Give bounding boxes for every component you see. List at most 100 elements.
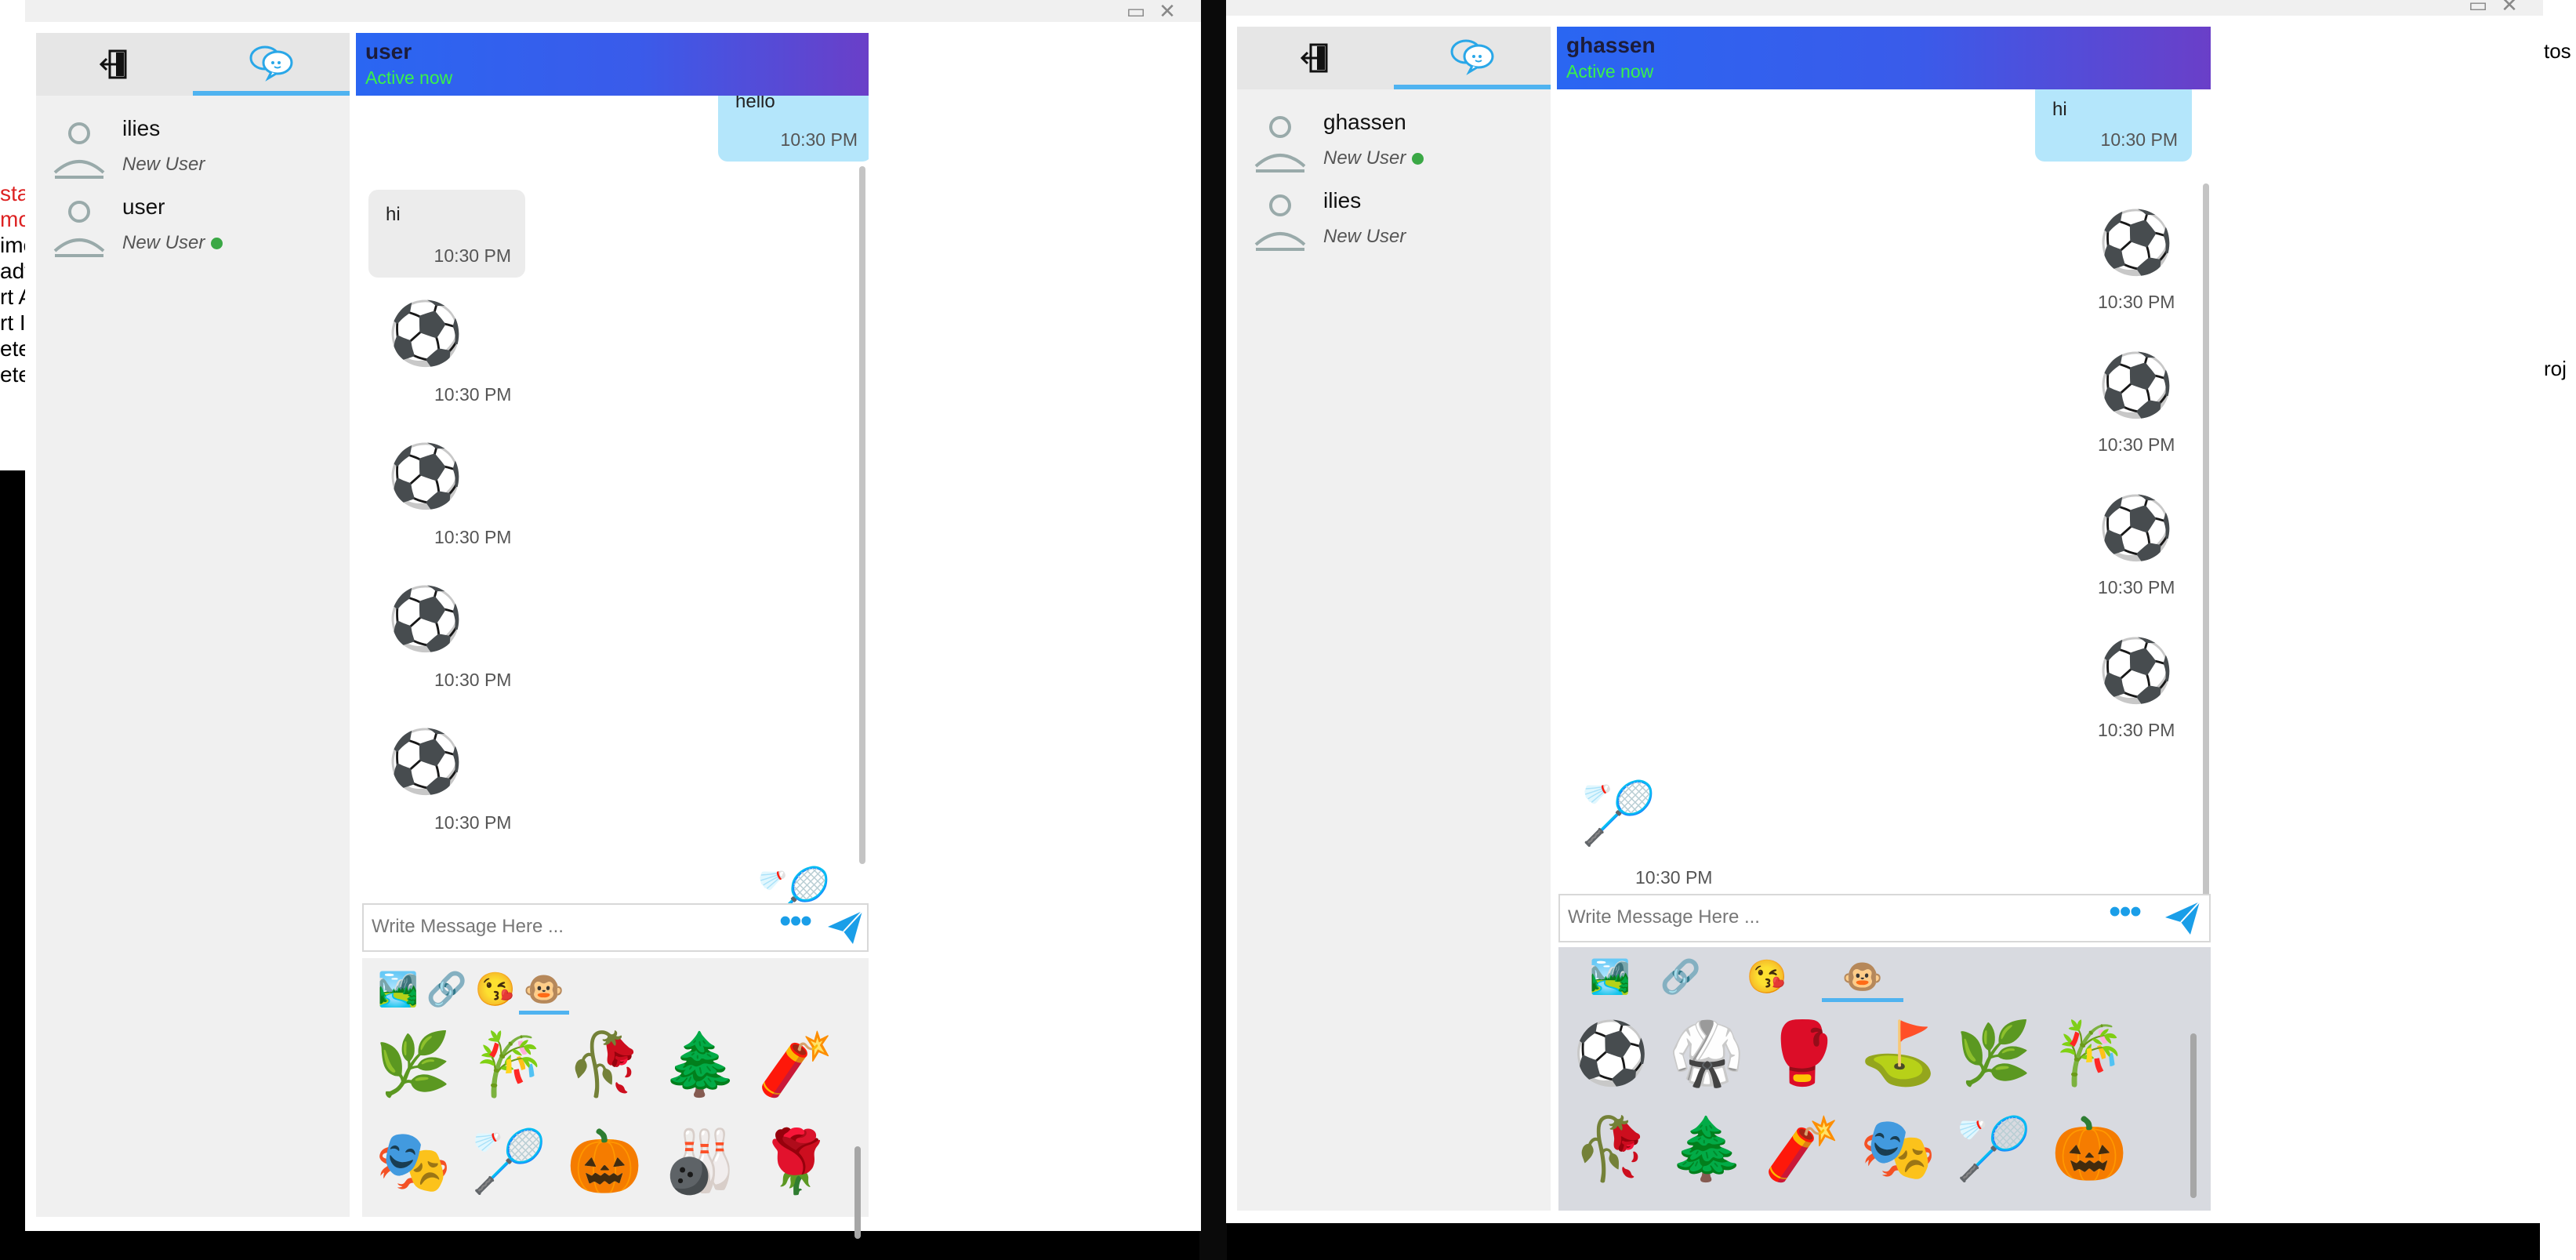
sidebar: ghassen New User ilies New User	[1237, 27, 1551, 1211]
emoji-cell[interactable]: 🌹	[753, 1118, 839, 1204]
tab-chats[interactable]	[1394, 27, 1551, 89]
emoji-cell[interactable]: 🌲	[657, 1021, 743, 1107]
restore-icon[interactable]: ▭	[1123, 1, 1149, 21]
emoji-scrollbar[interactable]	[854, 1146, 861, 1239]
emoji-cell[interactable]: 🥋	[1664, 1010, 1750, 1096]
close-icon[interactable]: ✕	[1154, 1, 1181, 21]
contact-status-text: New User	[122, 154, 205, 175]
chat-window-right: ▭ ✕ ghassen New User ilies New User ghas…	[1226, 0, 2543, 1223]
picker-tab-links[interactable]: 🔗	[422, 964, 472, 1015]
emoji-message: ⚽ 10:30 PM	[2074, 492, 2200, 610]
online-indicator	[211, 238, 223, 250]
chat-panel: user Active now hello 10:30 PM hi 10:30 …	[356, 33, 869, 1239]
message-input[interactable]	[372, 911, 764, 942]
message-input-bar: •••	[362, 903, 869, 952]
soccer-ball-emoji: ⚽	[387, 441, 464, 510]
emoji-scrollbar[interactable]	[2190, 1033, 2197, 1198]
picker-tab-smileys[interactable]: 😘	[470, 964, 521, 1015]
chat-contact-name: ghassen	[1566, 33, 1656, 57]
emoji-cell[interactable]: 🎭	[1855, 1106, 1941, 1192]
chat-header: ghassen Active now	[1557, 27, 2211, 89]
contact-item[interactable]: ilies New User	[1237, 180, 1551, 259]
racket-emoji: 🏸	[1580, 779, 1657, 848]
contact-name: user	[122, 194, 165, 219]
close-icon[interactable]: ✕	[2496, 0, 2523, 15]
contact-name: ghassen	[1323, 110, 1406, 134]
picker-tab-animals[interactable]: 🐵	[519, 964, 569, 1015]
emoji-cell[interactable]: 🏸	[1950, 1106, 2037, 1192]
emoji-cell[interactable]: 🧨	[1759, 1106, 1845, 1192]
emoji-cell[interactable]: 🧨	[753, 1021, 839, 1107]
soccer-ball-emoji: ⚽	[387, 727, 464, 796]
message-input[interactable]	[1568, 902, 2101, 933]
avatar	[53, 201, 105, 257]
picker-tab-images[interactable]: 🏞️	[1585, 952, 1635, 1002]
soccer-ball-emoji: ⚽	[2098, 493, 2175, 562]
contact-status-text: New User	[122, 232, 205, 253]
emoji-cell[interactable]: 🥀	[1568, 1106, 1654, 1192]
emoji-grid: ⚽ 🥋 🥊 ⛳ 🌿 🎋 🥀 🌲 🧨 🎭 🏸 🎃	[1568, 1010, 2179, 1206]
message-bubble-outgoing: hi 10:30 PM	[2035, 89, 2192, 162]
emoji-cell[interactable]: 🌿	[370, 1021, 456, 1107]
emoji-message: ⚽ 10:30 PM	[2074, 350, 2200, 467]
message-list[interactable]: hi 10:30 PM ⚽ 10:30 PM ⚽ 10:30 PM ⚽ 10:3…	[1557, 89, 2211, 920]
emoji-message: ⚽ 10:30 PM	[387, 298, 575, 416]
contact-status: New User	[122, 232, 223, 254]
chat-panel: ghassen Active now hi 10:30 PM ⚽ 10:30 P…	[1557, 27, 2211, 1211]
tab-logout[interactable]	[36, 33, 193, 96]
contact-item[interactable]: ghassen New User	[1237, 102, 1551, 180]
emoji-cell[interactable]: 🌲	[1664, 1106, 1750, 1192]
emoji-cell[interactable]: ⛳	[1855, 1010, 1941, 1096]
send-icon[interactable]	[2164, 900, 2201, 936]
bg-label: tos	[2544, 39, 2571, 63]
title-bar: ▭ ✕	[25, 0, 1201, 22]
tab-logout[interactable]	[1237, 27, 1394, 89]
emoji-cell[interactable]: ⚽	[1568, 1010, 1654, 1096]
message-scrollbar[interactable]	[2203, 183, 2209, 920]
message-scrollbar[interactable]	[859, 166, 865, 864]
emoji-cell[interactable]: 🎃	[561, 1118, 648, 1204]
contact-item[interactable]: ilies New User	[36, 108, 350, 187]
bg-label: roj	[2544, 357, 2567, 380]
message-text: hi	[2052, 99, 2067, 120]
emoji-cell[interactable]: 🎃	[2046, 1106, 2132, 1192]
picker-tab-animals[interactable]: 🐵	[1822, 952, 1903, 1002]
picker-tab-smileys[interactable]: 😘	[1742, 952, 1792, 1002]
emoji-message: 🏸 10:30 PM	[1580, 778, 1753, 903]
message-text: hi	[386, 204, 401, 225]
message-time: 10:30 PM	[1635, 867, 1713, 888]
contact-name: ilies	[1323, 188, 1362, 212]
emoji-message: ⚽ 10:30 PM	[387, 726, 575, 844]
soccer-ball-emoji: ⚽	[2098, 350, 2175, 419]
logout-icon	[99, 49, 127, 79]
send-icon[interactable]	[826, 910, 864, 946]
message-bubble-outgoing: hello 10:30 PM	[718, 96, 869, 162]
avatar	[1254, 116, 1306, 172]
chat-contact-status: Active now	[365, 67, 453, 88]
message-list[interactable]: hello 10:30 PM hi 10:30 PM ⚽ 10:30 PM ⚽ …	[356, 96, 869, 935]
emoji-cell[interactable]: 🏸	[466, 1118, 552, 1204]
background-window-right: tos roj	[2540, 0, 2576, 1260]
picker-tab-links[interactable]: 🔗	[1656, 952, 1706, 1002]
contact-item[interactable]: user New User	[36, 187, 350, 265]
emoji-message: ⚽ 10:30 PM	[2074, 207, 2200, 325]
emoji-cell[interactable]: 🥀	[561, 1021, 648, 1107]
emoji-cell[interactable]: 🎋	[2046, 1010, 2132, 1096]
tab-chats[interactable]	[193, 33, 350, 96]
chat-contact-name: user	[365, 39, 412, 64]
emoji-cell[interactable]: 🎭	[370, 1118, 456, 1204]
more-options-icon[interactable]: •••	[2109, 895, 2142, 929]
emoji-picker: 🏞️ 🔗 😘 🐵 🌿 🎋 🥀 🌲 🧨 🎭 🏸 🎃 🎳 🌹	[362, 958, 869, 1239]
emoji-cell[interactable]: 🌿	[1950, 1010, 2037, 1096]
contact-status: New User	[1323, 226, 1406, 248]
more-options-icon[interactable]: •••	[779, 904, 812, 939]
emoji-cell[interactable]: 🥊	[1759, 1010, 1845, 1096]
soccer-ball-emoji: ⚽	[387, 299, 464, 368]
sidebar-tabs	[36, 33, 350, 96]
restore-icon[interactable]: ▭	[2465, 0, 2491, 15]
picker-tab-images[interactable]: 🏞️	[373, 964, 423, 1015]
chat-bubbles-icon	[1450, 39, 1494, 75]
emoji-cell[interactable]: 🎳	[657, 1118, 743, 1204]
emoji-cell[interactable]: 🎋	[466, 1021, 552, 1107]
online-indicator	[1412, 153, 1424, 165]
